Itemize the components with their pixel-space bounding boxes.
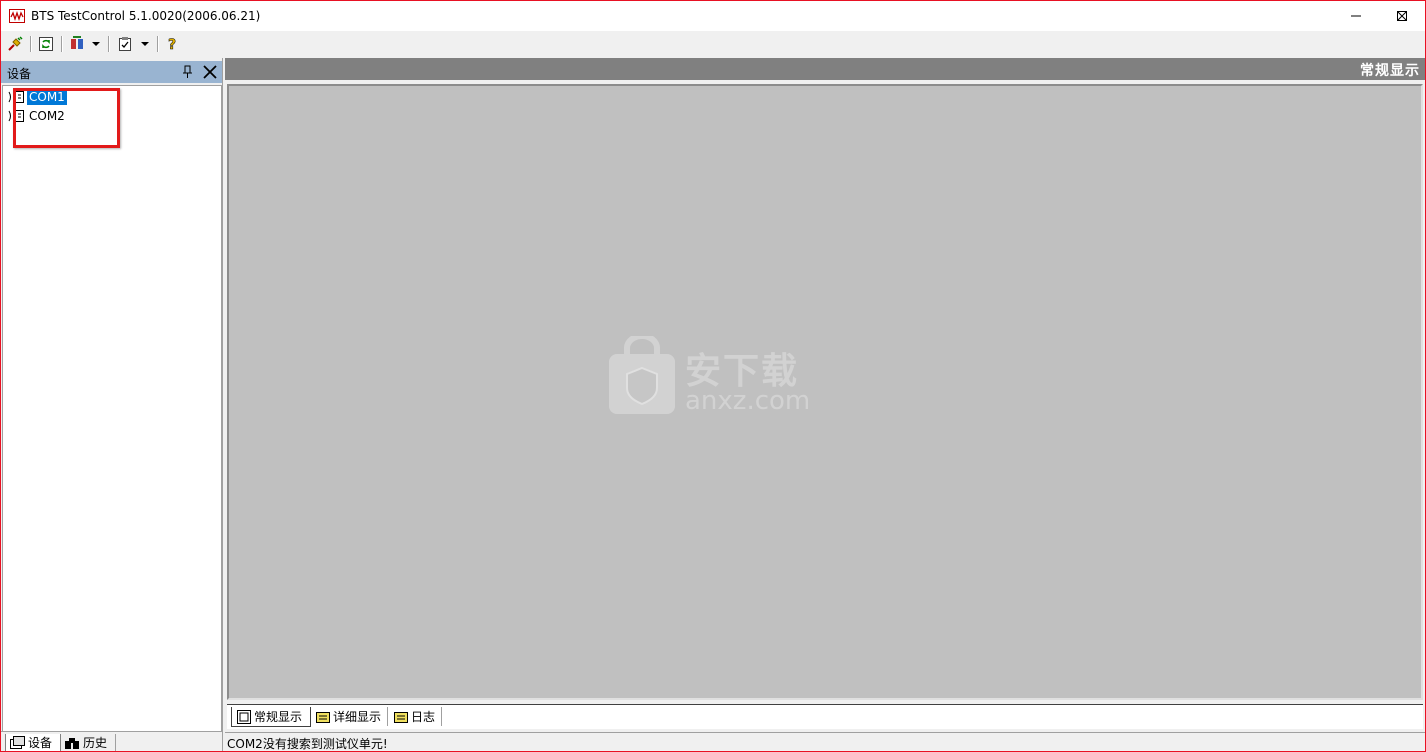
- tab-label: 设备: [28, 736, 53, 750]
- device-panel: 设备 COM1 COM2: [1, 58, 222, 733]
- status-message: COM2没有搜索到测试仪单元!: [227, 737, 388, 751]
- refresh-button[interactable]: [35, 34, 57, 54]
- svg-text:?: ?: [168, 37, 176, 52]
- tab-label: 日志: [411, 710, 436, 724]
- watermark-sub: anxz.com: [685, 386, 811, 416]
- plug-icon: [8, 36, 23, 51]
- pin-icon[interactable]: [182, 65, 194, 79]
- checklist-icon: [119, 37, 131, 51]
- device-panel-header: 设备: [1, 61, 222, 83]
- device-settings-icon: [71, 36, 83, 49]
- tab-devices[interactable]: 设备: [5, 734, 61, 751]
- shield-lock-icon: [609, 336, 675, 414]
- minimize-button[interactable]: [1333, 1, 1379, 31]
- device-panel-title: 设备: [7, 67, 32, 81]
- checklist-dropdown-button[interactable]: [140, 34, 150, 54]
- folder-icon: [394, 711, 408, 723]
- app-window: BTS TestControl 5.1.0020(2006.06.21) ? 设…: [0, 0, 1426, 752]
- view-tabs: 常规显示 详细显示 日志: [227, 704, 1423, 729]
- close-button[interactable]: [1379, 1, 1425, 31]
- toolbar: ?: [1, 31, 1425, 57]
- chevron-down-icon: [92, 41, 100, 46]
- view-title: 常规显示: [1360, 63, 1420, 79]
- close-icon: [1397, 11, 1407, 21]
- annotation-highlight-box: [13, 88, 120, 148]
- tab-history[interactable]: 历史: [61, 734, 116, 751]
- view-header: 常规显示: [225, 58, 1425, 80]
- toolbar-separator: [157, 36, 159, 52]
- title-bar[interactable]: BTS TestControl 5.1.0020(2006.06.21): [1, 1, 1425, 31]
- folder-icon: [316, 711, 330, 723]
- watermark: 安下载 anxz.com: [607, 336, 837, 426]
- view-icon: [237, 709, 251, 724]
- device-icon: [10, 735, 25, 749]
- chevron-down-icon: [141, 41, 149, 46]
- toolbar-separator: [30, 36, 32, 52]
- tab-log[interactable]: 日志: [389, 707, 442, 726]
- device-tree[interactable]: COM1 COM2: [2, 85, 222, 733]
- status-bar: COM2没有搜索到测试仪单元!: [225, 732, 1425, 751]
- help-button[interactable]: ?: [162, 34, 184, 54]
- app-logo-icon: [9, 9, 25, 23]
- panel-splitter[interactable]: [222, 58, 226, 751]
- view-content: 安下载 anxz.com: [227, 84, 1423, 700]
- tab-normal-view[interactable]: 常规显示: [231, 707, 311, 727]
- devices-button[interactable]: [66, 34, 88, 54]
- help-icon: ?: [168, 37, 177, 52]
- window-title: BTS TestControl 5.1.0020(2006.06.21): [31, 9, 261, 23]
- connect-button[interactable]: [4, 34, 26, 54]
- device-panel-tabs: 设备 历史: [1, 731, 222, 751]
- tab-label: 详细显示: [333, 710, 382, 724]
- toolbar-separator: [61, 36, 63, 52]
- tab-label: 常规显示: [254, 710, 303, 724]
- checklist-button[interactable]: [114, 34, 136, 54]
- tab-label: 历史: [83, 736, 108, 750]
- toolbar-separator: [108, 36, 110, 52]
- panel-close-icon[interactable]: [203, 65, 217, 79]
- refresh-icon: [39, 37, 53, 51]
- tab-detail-view[interactable]: 详细显示: [311, 707, 388, 726]
- minimize-icon: [1351, 15, 1361, 17]
- devices-dropdown-button[interactable]: [91, 34, 101, 54]
- binoculars-icon: [65, 737, 79, 749]
